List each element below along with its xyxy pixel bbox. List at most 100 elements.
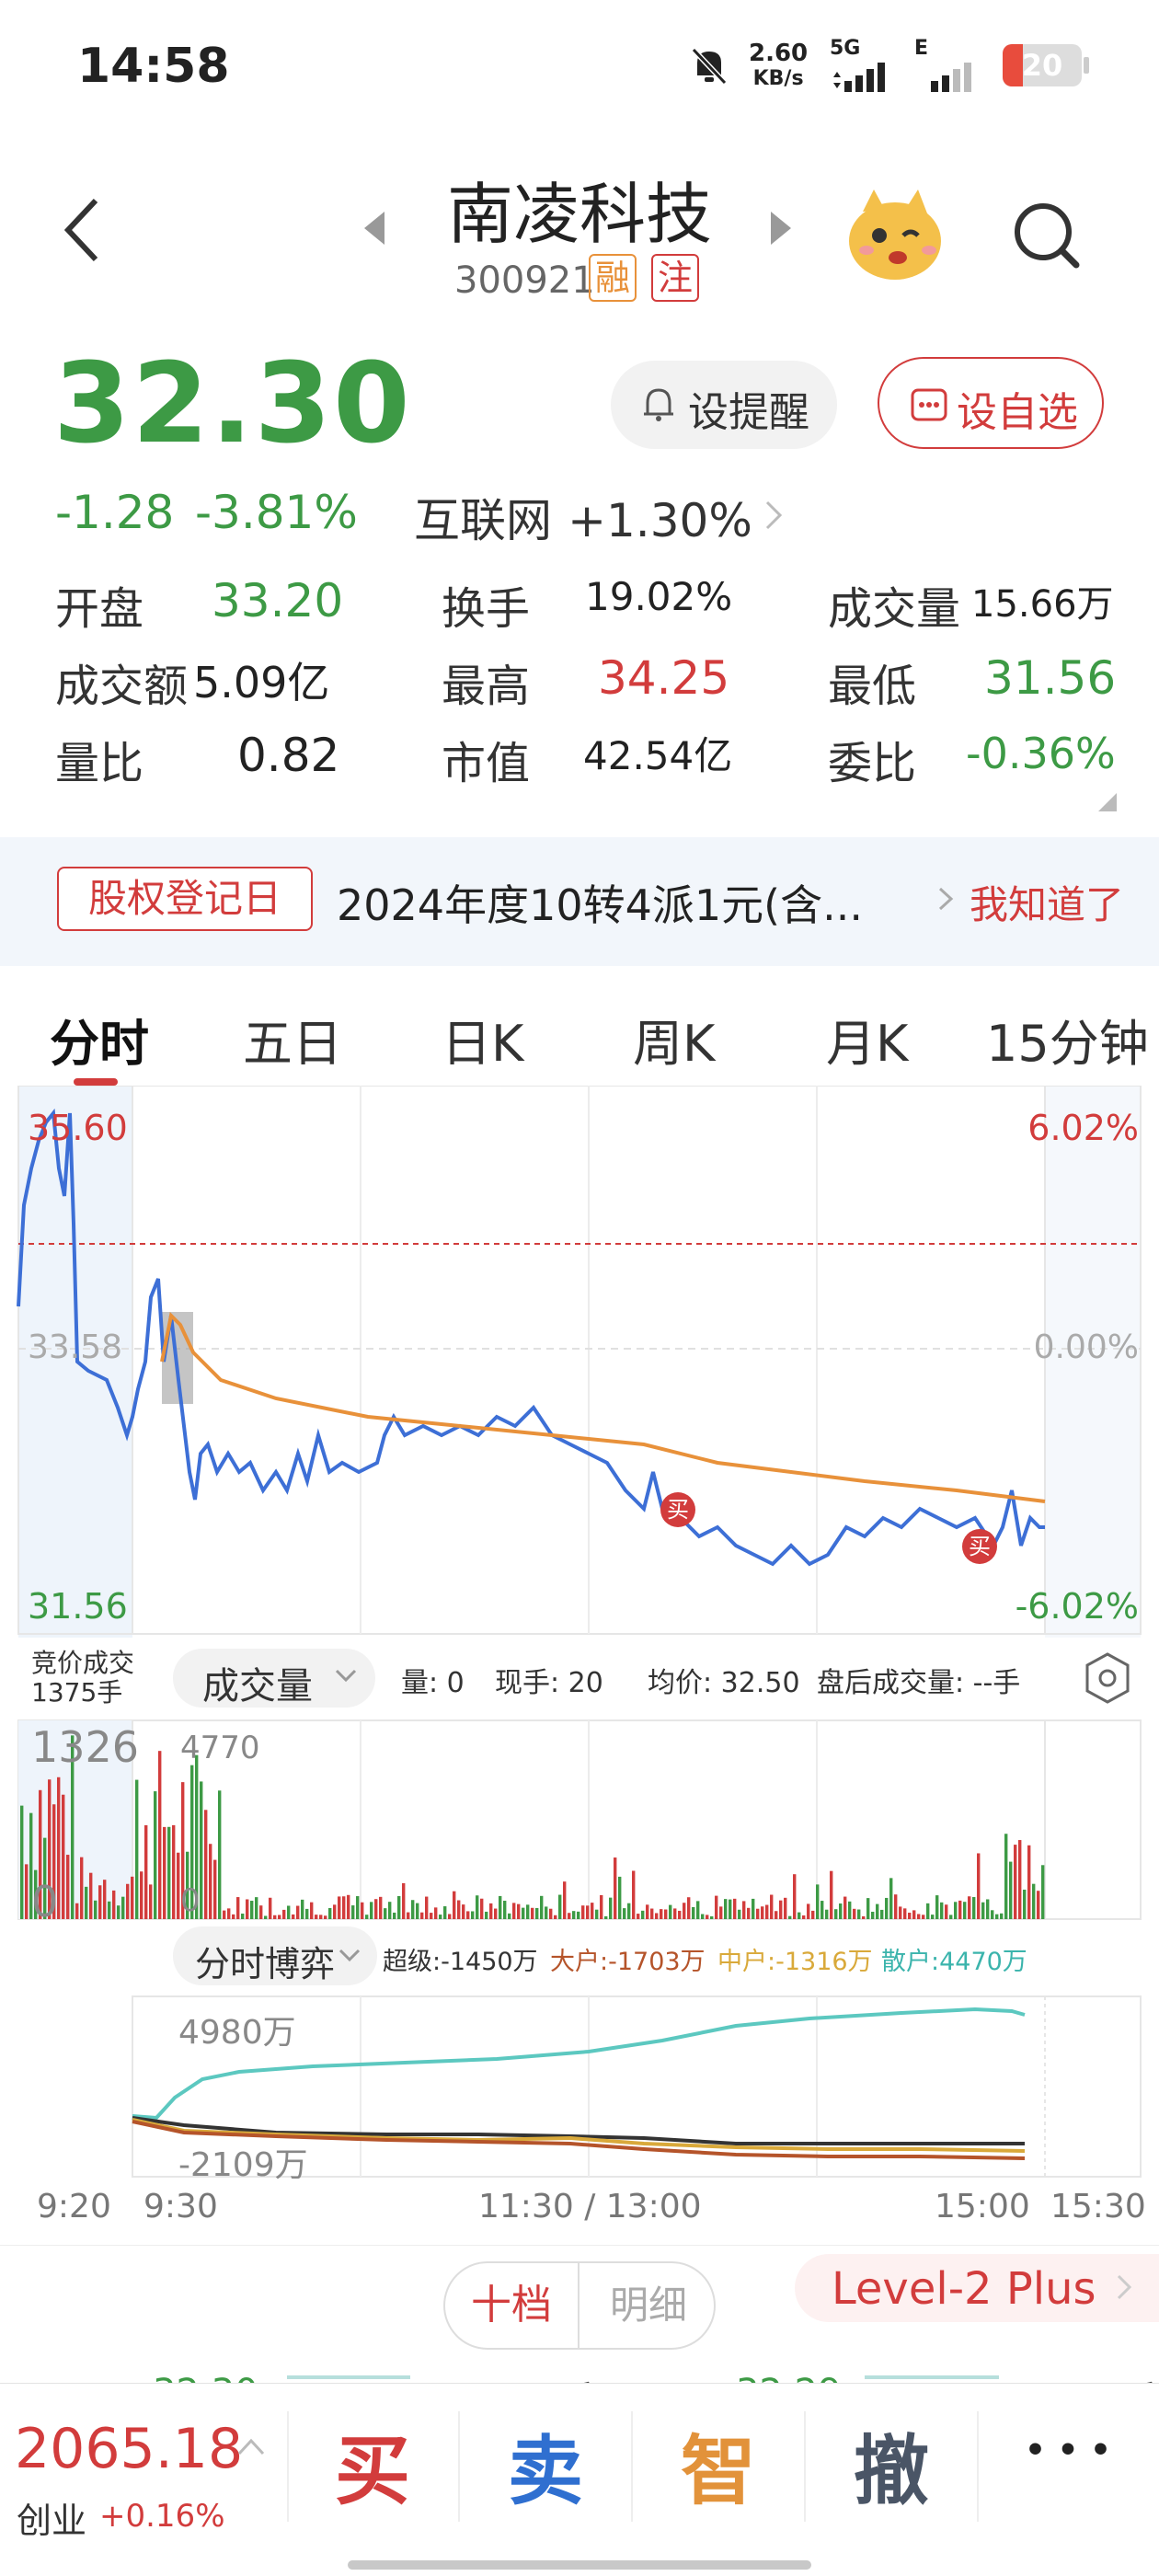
- prev-stock-icon[interactable]: [361, 210, 388, 250]
- volume-bar: [673, 1908, 677, 1919]
- sector-change: +1.30%: [568, 494, 752, 547]
- volume-bar: [112, 1890, 116, 1919]
- volume-bar: [1014, 1845, 1017, 1919]
- buy-marker[interactable]: 买: [962, 1529, 997, 1564]
- tab-daily-k[interactable]: 日K: [442, 1003, 523, 1075]
- price-change-pct: -3.81%: [195, 486, 358, 539]
- amount-value: 5.09亿: [193, 658, 330, 707]
- volume-bar: [876, 1903, 879, 1919]
- tab-five-day[interactable]: 五日: [243, 1003, 342, 1075]
- market-cap-value: 42.54亿: [583, 733, 733, 778]
- smart-button[interactable]: 智: [633, 2409, 804, 2519]
- flow-indicator-select[interactable]: 分时博弈: [173, 1926, 377, 1985]
- volume-bar: [899, 1906, 902, 1919]
- index-value: 2065.18: [15, 2417, 244, 2481]
- volume-bar: [816, 1884, 820, 1919]
- volume-bar: [416, 1903, 419, 1919]
- quote-panel: 32.30 设提醒 设自选 -1.28 -3.81% 互联网 +1.30% 开盘…: [0, 340, 1159, 837]
- next-stock-icon[interactable]: [767, 210, 795, 250]
- set-alert-button[interactable]: 设提醒: [611, 361, 837, 449]
- low-value: 31.56: [984, 651, 1117, 705]
- volume-bar: [439, 1915, 442, 1919]
- volume-bar: [687, 1897, 691, 1919]
- volume-bar: [94, 1900, 98, 1919]
- volume-bar: [98, 1885, 102, 1919]
- volume-bar: [1004, 1834, 1008, 1919]
- volume-bar: [466, 1911, 470, 1919]
- intraday-chart[interactable]: 35.60 33.58 31.56 6.02% 0.00% -6.02% 买 买…: [0, 1086, 1159, 2254]
- volume-bar: [319, 1915, 323, 1919]
- mascot-avatar[interactable]: [844, 184, 946, 285]
- add-watchlist-button[interactable]: 设自选: [878, 357, 1104, 449]
- buy-marker[interactable]: 买: [660, 1492, 695, 1527]
- volume-bar: [227, 1908, 231, 1919]
- chevron-right-icon: [1117, 2274, 1132, 2300]
- sector-link[interactable]: 互联网 +1.30%: [414, 484, 800, 548]
- pct-axis-low: -6.02%: [1015, 1586, 1139, 1627]
- volume-bar: [977, 1853, 981, 1919]
- volume-bar: [710, 1915, 714, 1919]
- order-book: 十档 明细 Level-2 Plus 卖1 32.30 438.1手 买1 32…: [0, 2245, 1159, 2394]
- volume-bar: [935, 1895, 939, 1919]
- price-axis-low: 31.56: [28, 1586, 128, 1627]
- stock-code: 300921: [454, 259, 595, 302]
- volume-bar: [1032, 1883, 1036, 1919]
- volume-bar: [540, 1895, 544, 1919]
- bid-ratio-label: 委比: [828, 738, 917, 789]
- notice-bar[interactable]: 股权登记日 2024年度10转4派1元(含... 我知道了: [0, 837, 1159, 966]
- tab-monthly-k[interactable]: 月K: [826, 1003, 908, 1075]
- volume-bar: [752, 1898, 755, 1919]
- volume-bar: [563, 1881, 567, 1919]
- low-label: 最低: [828, 661, 917, 712]
- search-icon[interactable]: [1010, 199, 1084, 272]
- tab-ten-level[interactable]: 十档: [445, 2263, 580, 2348]
- signal-icon: [832, 57, 901, 98]
- volume-bar: [1023, 1889, 1027, 1919]
- more-menu-button[interactable]: • • •: [981, 2432, 1155, 2469]
- flow-retail: 散户:4470万: [881, 1948, 1027, 1976]
- settings-icon[interactable]: [1082, 1650, 1133, 1709]
- volume-bar: [154, 1791, 157, 1919]
- volume-bar: [857, 1909, 861, 1919]
- volume-bar: [848, 1901, 852, 1919]
- volume-bar: [246, 1899, 249, 1919]
- pct-axis-mid: 0.00%: [1033, 1328, 1139, 1366]
- tab-detail[interactable]: 明细: [581, 2263, 714, 2348]
- volume-bar: [701, 1914, 705, 1919]
- volume-bar: [273, 1915, 277, 1919]
- volume-bar: [954, 1902, 958, 1919]
- tab-weekly-k[interactable]: 周K: [633, 1003, 715, 1075]
- volume-indicator-select[interactable]: 成交量: [173, 1649, 375, 1708]
- volume-bar: [140, 1871, 143, 1919]
- volume-bar: [917, 1914, 921, 1919]
- tab-15min[interactable]: 15分钟: [986, 1003, 1149, 1075]
- home-indicator[interactable]: [348, 2560, 811, 2570]
- back-button[interactable]: [55, 193, 110, 267]
- volume-bar: [706, 1915, 709, 1919]
- volume-bar: [1041, 1865, 1045, 1919]
- volume-bar: [995, 1914, 999, 1919]
- cancel-order-button[interactable]: 撤: [806, 2409, 977, 2519]
- volume-bar: [328, 1907, 332, 1919]
- status-bar: 14:58 2.60 KB/s 5G E 20: [0, 0, 1159, 138]
- index-ticker[interactable]: 2065.18 创业 +0.16%: [0, 2384, 285, 2541]
- volume-bar: [554, 1915, 557, 1919]
- sell-button[interactable]: 卖: [460, 2409, 631, 2519]
- volume-bar: [963, 1902, 967, 1919]
- tab-intraday[interactable]: 分时: [50, 1003, 149, 1075]
- level2-button[interactable]: Level-2 Plus: [795, 2254, 1159, 2322]
- stock-name: 南凌科技: [446, 176, 712, 253]
- dismiss-button[interactable]: 我知道了: [970, 874, 1124, 930]
- volume-bar: [333, 1904, 337, 1919]
- volume-bar: [595, 1909, 599, 1919]
- volume-bar: [411, 1900, 415, 1919]
- chevron-right-icon: [765, 500, 783, 530]
- volume-bar: [788, 1915, 792, 1919]
- volume-bar: [301, 1899, 304, 1919]
- buy-button[interactable]: 买: [287, 2409, 458, 2519]
- high-value: 34.25: [598, 651, 730, 705]
- volume-bar: [738, 1909, 741, 1919]
- volume-bar: [664, 1909, 668, 1919]
- expand-corner-icon[interactable]: [1096, 791, 1119, 813]
- volume-bar: [236, 1897, 240, 1919]
